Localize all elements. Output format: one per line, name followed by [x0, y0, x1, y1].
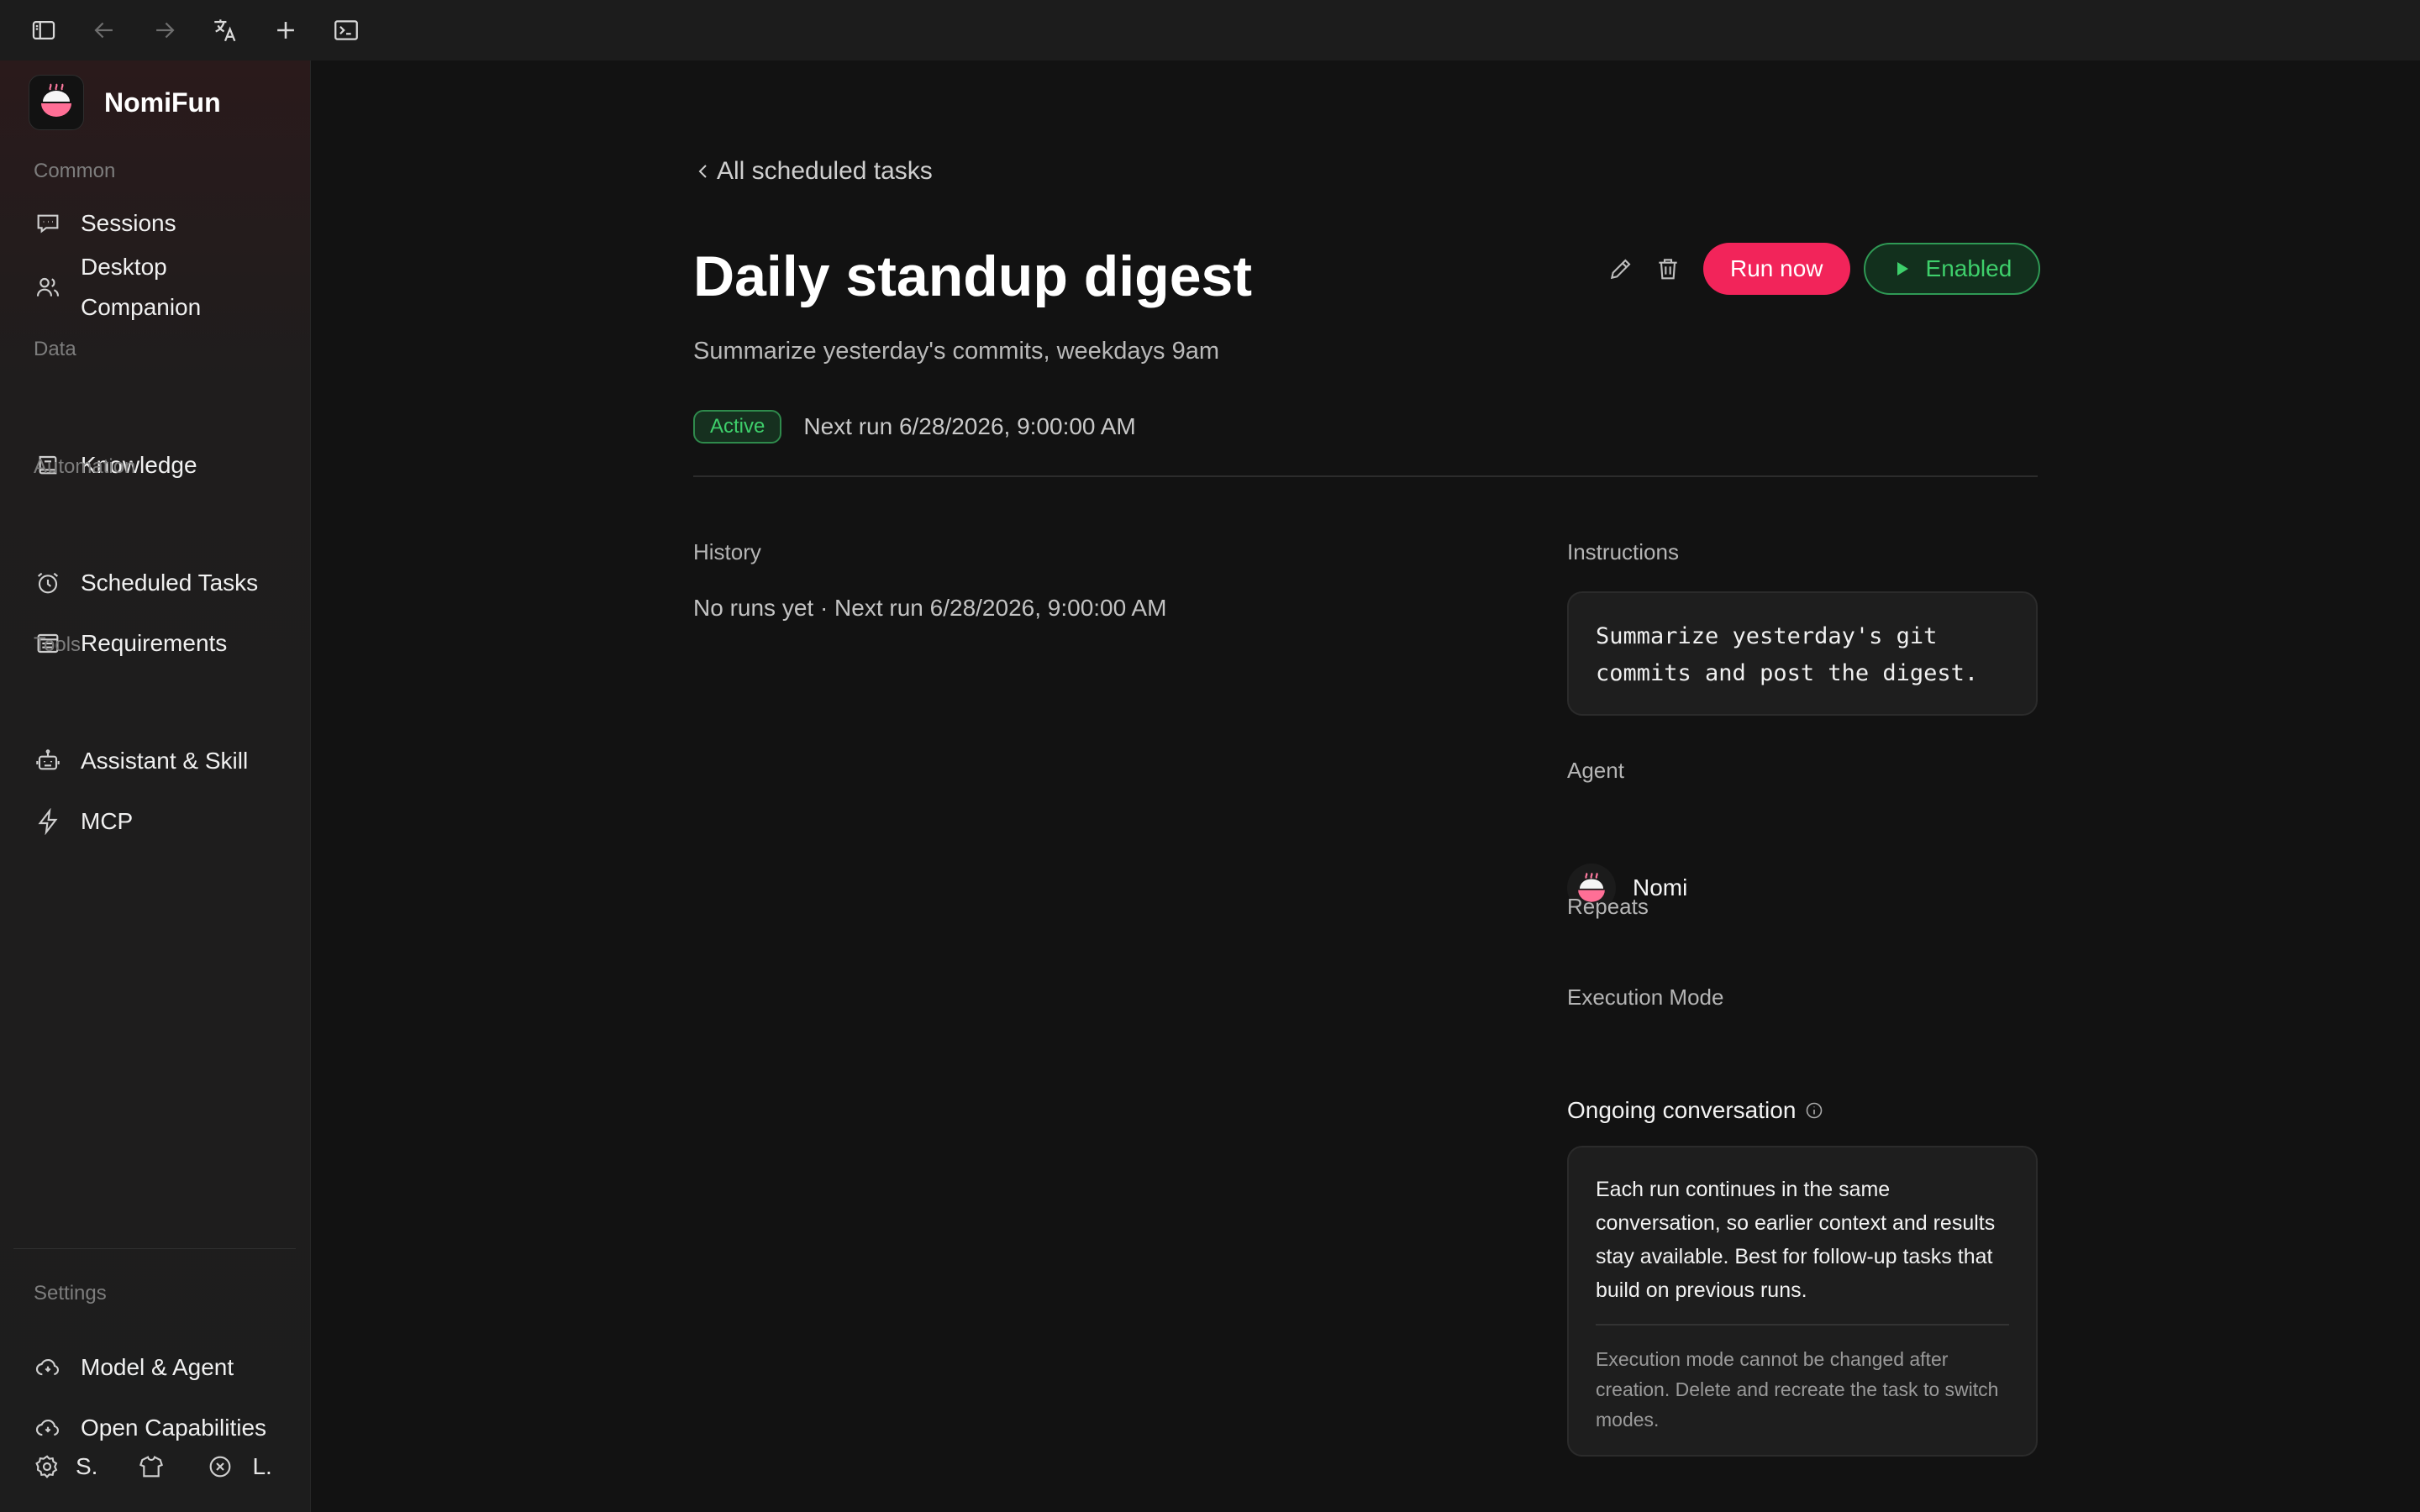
sidebar-item-label: Scheduled Tasks [81, 570, 259, 596]
robot-icon [34, 747, 62, 775]
sidebar-item-label: Model & Agent [81, 1354, 234, 1380]
enabled-toggle-button[interactable]: Enabled [1863, 243, 2041, 295]
theme-shirt-icon[interactable] [138, 1453, 165, 1480]
alarm-clock-icon [34, 569, 62, 597]
cloud-sync-icon [34, 1414, 62, 1442]
execution-mode-description: Each run continues in the same conversat… [1596, 1178, 1996, 1302]
execution-mode-heading: Execution Mode [1567, 984, 1724, 1010]
sidebar-item-model-agent[interactable]: Model & Agent [34, 1347, 234, 1388]
app-name: NomiFun [104, 87, 221, 118]
run-now-button[interactable]: Run now [1703, 243, 1850, 295]
forward-arrow-icon[interactable] [146, 12, 183, 49]
sidebar-item-sessions[interactable]: Sessions [34, 203, 176, 244]
play-icon [1897, 262, 1908, 276]
back-to-scheduled-tasks-link[interactable]: All scheduled tasks [693, 155, 933, 188]
agent-heading: Agent [1567, 758, 1624, 783]
execution-mode-note: Execution mode cannot be changed after c… [1596, 1348, 1999, 1431]
chat-bubble-icon [34, 209, 62, 238]
cloud-sync-icon [34, 1353, 62, 1382]
close-circle-icon[interactable] [207, 1453, 234, 1480]
status-row: Active Next run 6/28/2026, 9:00:00 AM [693, 408, 1136, 445]
users-icon-wrap [34, 267, 81, 307]
execution-mode-label: Ongoing conversation [1567, 1097, 1797, 1123]
back-link-label: All scheduled tasks [717, 157, 933, 185]
translate-icon[interactable] [207, 12, 244, 49]
main-content: All scheduled tasks Daily standup digest… [312, 60, 2420, 1512]
chevron-left-icon [698, 165, 707, 178]
sidebar-item-open-capabilities[interactable]: Open Capabilities [34, 1408, 266, 1448]
terminal-icon[interactable] [328, 12, 365, 49]
settings-gear-icon[interactable] [34, 1453, 60, 1480]
section-label-tools: Tools [34, 633, 82, 656]
app-logo-icon [29, 75, 84, 130]
new-tab-plus-icon[interactable] [267, 12, 304, 49]
edit-pencil-icon[interactable] [1602, 250, 1639, 287]
enabled-label: Enabled [1925, 255, 2012, 281]
back-arrow-icon[interactable] [86, 12, 123, 49]
execution-mode-box: Each run continues in the same conversat… [1567, 1146, 2038, 1457]
section-label-data: Data [34, 338, 76, 360]
section-label-automation: Automation [34, 455, 136, 478]
sidebar-toggle-icon[interactable] [25, 12, 62, 49]
history-heading: History [693, 539, 761, 564]
sidebar-item-companion[interactable]: Companion [81, 294, 201, 321]
users-icon [34, 273, 62, 302]
task-actions: Run now Enabled [1602, 242, 2041, 296]
next-run-text: Next run 6/28/2026, 9:00:00 AM [803, 413, 1136, 439]
sidebar-item-label: Sessions [81, 210, 176, 236]
execution-mode-value: Ongoing conversation [1567, 1094, 1824, 1127]
header-divider [693, 475, 2038, 477]
repeats-heading: Repeats [1567, 894, 1649, 919]
task-description: Summarize yesterday's commits, weekdays … [693, 338, 1220, 365]
brand[interactable]: NomiFun [29, 74, 221, 131]
instructions-line-1: Summarize yesterday's git [1596, 623, 1938, 649]
section-label-settings: Settings [34, 1282, 107, 1305]
sidebar-item-assistant-skill[interactable]: Assistant & Skill [34, 741, 248, 781]
sidebar-divider [13, 1248, 296, 1249]
sidebar-item-label: Assistant & Skill [81, 748, 249, 774]
language-short-label[interactable]: L. [252, 1453, 271, 1480]
sidebar-item-label: MCP [81, 808, 134, 834]
instructions-heading: Instructions [1567, 539, 1679, 564]
sidebar-footer: S. L. [34, 1448, 272, 1485]
sidebar-item-desktop[interactable]: Desktop [81, 254, 167, 281]
info-icon[interactable] [1804, 1100, 1824, 1121]
sidebar-item-label: Open Capabilities [81, 1415, 267, 1441]
sidebar-item-label: Requirements [81, 630, 228, 656]
lightning-icon [34, 807, 62, 836]
sidebar-item-scheduled-tasks[interactable]: Scheduled Tasks [34, 563, 258, 603]
sidebar: NomiFun Common Sessions Desktop Companio… [0, 60, 311, 1512]
mode-box-divider [1596, 1324, 2009, 1326]
history-empty-text: No runs yet · Next run 6/28/2026, 9:00:0… [693, 595, 1167, 621]
section-label-common: Common [34, 160, 116, 182]
settings-short-label[interactable]: S. [76, 1453, 97, 1480]
sidebar-item-mcp[interactable]: MCP [34, 801, 133, 842]
instructions-box: Summarize yesterday's git commits and po… [1567, 591, 2038, 716]
delete-trash-icon[interactable] [1649, 250, 1686, 287]
title-bar [0, 0, 2420, 60]
page-title: Daily standup digest [693, 244, 1252, 308]
status-badge: Active [693, 410, 782, 444]
instructions-line-2: commits and post the digest. [1596, 660, 1979, 686]
